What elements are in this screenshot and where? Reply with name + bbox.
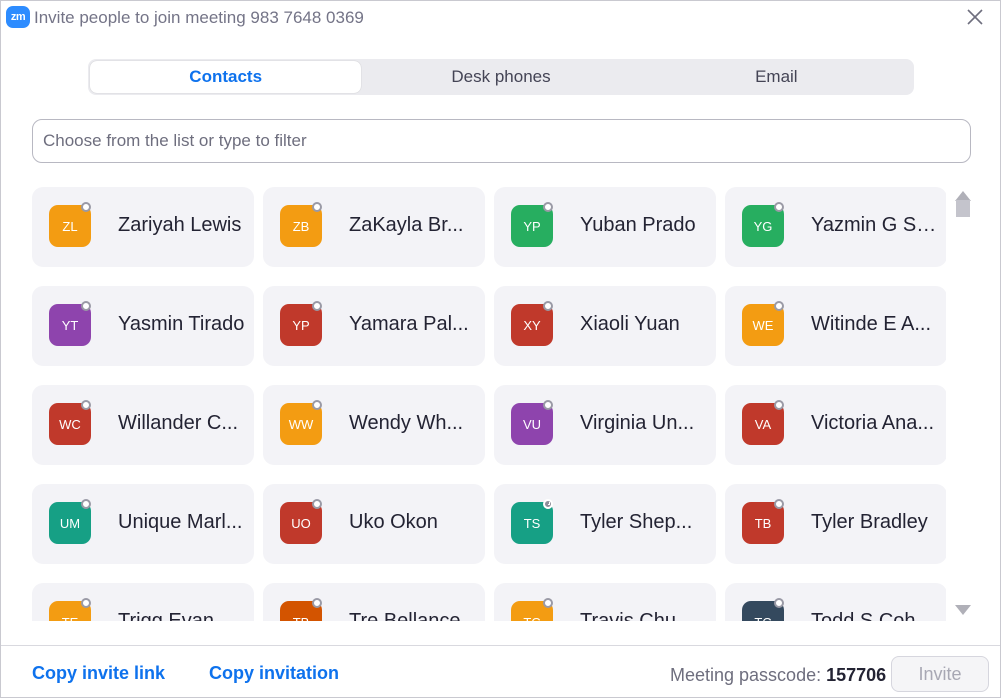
contact-card[interactable]: WW Wendy Wh... xyxy=(263,385,485,465)
filter-field xyxy=(32,119,971,163)
contact-card[interactable]: TS Tyler Shep... xyxy=(494,484,716,564)
presence-status-icon xyxy=(312,598,322,608)
contact-card[interactable]: TB Tyler Bradley xyxy=(725,484,946,564)
filter-input[interactable] xyxy=(33,120,970,162)
presence-status-icon xyxy=(312,202,322,212)
contact-name: Unique Marl... xyxy=(118,511,243,533)
presence-status-icon xyxy=(81,499,91,509)
scrollbar-thumb[interactable] xyxy=(956,200,970,217)
window-title: Invite people to join meeting 983 7648 0… xyxy=(34,8,364,27)
presence-status-icon xyxy=(81,400,91,410)
contact-card[interactable]: UM Unique Marl... xyxy=(32,484,254,564)
tab-bar: Contacts Desk phones Email xyxy=(88,59,914,95)
contacts-list: ZL Zariyah Lewis ZB ZaKayla Br... YP Yuban Pr… xyxy=(1,187,946,621)
contact-name: Travis Chu xyxy=(580,610,676,621)
tab-contacts[interactable]: Contacts xyxy=(90,61,362,93)
copy-invitation-button[interactable]: Copy invitation xyxy=(209,663,339,684)
contact-name: Tyler Bradley xyxy=(811,511,928,533)
away-clock-icon xyxy=(543,499,553,509)
meeting-passcode: Meeting passcode: 157706 xyxy=(670,665,886,686)
close-button[interactable] xyxy=(964,6,986,28)
contact-card[interactable]: TCTodd S Coh... xyxy=(725,583,946,621)
invite-dialog: zm Invite people to join meeting 983 764… xyxy=(0,0,1001,698)
passcode-label: Meeting passcode: xyxy=(670,665,822,685)
contact-name: Yuban Prado xyxy=(580,214,696,236)
contact-name: Witinde E A... xyxy=(811,313,932,335)
footer-divider xyxy=(1,645,1000,646)
presence-status-icon xyxy=(81,598,91,608)
presence-status-icon xyxy=(312,499,322,509)
contacts-grid: ZL Zariyah Lewis ZB ZaKayla Br... YP Yuban Pr… xyxy=(32,187,946,621)
contact-name: Virginia Un... xyxy=(580,412,695,434)
contact-name: Victoria Ana... xyxy=(811,412,935,434)
contact-card[interactable]: YT Yasmin Tirado xyxy=(32,286,254,366)
presence-status-icon xyxy=(774,400,784,410)
contact-name: Xiaoli Yuan xyxy=(580,313,680,335)
contact-name: Tre Bellance xyxy=(349,610,461,621)
contact-card[interactable]: YP Yuban Prado xyxy=(494,187,716,267)
presence-status-icon xyxy=(312,400,322,410)
contact-card[interactable]: WC Willander C... xyxy=(32,385,254,465)
contact-name: Willander C... xyxy=(118,412,239,434)
presence-status-icon xyxy=(543,202,553,212)
contact-card[interactable]: TETrigg Evan xyxy=(32,583,254,621)
contact-card[interactable]: TBTre Bellance xyxy=(263,583,485,621)
scroll-down-arrow-icon[interactable] xyxy=(955,605,971,615)
contact-name: Zariyah Lewis xyxy=(118,214,242,236)
presence-status-icon xyxy=(774,598,784,608)
presence-status-icon xyxy=(774,499,784,509)
presence-status-icon xyxy=(774,202,784,212)
contact-card[interactable]: YP Yamara Pal... xyxy=(263,286,485,366)
contact-card[interactable]: ZL Zariyah Lewis xyxy=(32,187,254,267)
contact-name: Yamara Pal... xyxy=(349,313,469,335)
presence-status-icon xyxy=(81,301,91,311)
presence-status-icon xyxy=(543,301,553,311)
tab-email[interactable]: Email xyxy=(641,61,912,93)
title-bar: zm Invite people to join meeting 983 764… xyxy=(1,1,1000,35)
zoom-logo: zm xyxy=(6,6,30,28)
close-icon xyxy=(967,9,983,25)
presence-status-icon xyxy=(312,301,322,311)
contact-card[interactable]: ZB ZaKayla Br... xyxy=(263,187,485,267)
contact-card[interactable]: XY Xiaoli Yuan xyxy=(494,286,716,366)
contact-card[interactable]: TCTravis Chu xyxy=(494,583,716,621)
contact-name: Uko Okon xyxy=(349,511,438,533)
contact-name: Tyler Shep... xyxy=(580,511,693,533)
copy-invite-link-button[interactable]: Copy invite link xyxy=(32,663,165,684)
presence-status-icon xyxy=(81,202,91,212)
contact-card[interactable]: VA Victoria Ana... xyxy=(725,385,946,465)
contact-name: ZaKayla Br... xyxy=(349,214,464,236)
tab-desk-phones[interactable]: Desk phones xyxy=(365,61,636,93)
contact-card[interactable]: VU Virginia Un... xyxy=(494,385,716,465)
contact-name: Todd S Coh... xyxy=(811,610,933,621)
contact-name: Yasmin Tirado xyxy=(118,313,245,335)
passcode-value: 157706 xyxy=(826,665,887,685)
contact-card[interactable]: YG Yazmin G Sa... xyxy=(725,187,946,267)
contact-card[interactable]: WE Witinde E A... xyxy=(725,286,946,366)
presence-status-icon xyxy=(543,598,553,608)
contact-name: Yazmin G Sa... xyxy=(811,214,939,236)
contact-name: Wendy Wh... xyxy=(349,412,464,434)
contact-card[interactable]: UO Uko Okon xyxy=(263,484,485,564)
presence-status-icon xyxy=(774,301,784,311)
invite-button[interactable]: Invite xyxy=(891,656,989,692)
contact-name: Trigg Evan xyxy=(118,610,214,621)
presence-status-icon xyxy=(543,400,553,410)
